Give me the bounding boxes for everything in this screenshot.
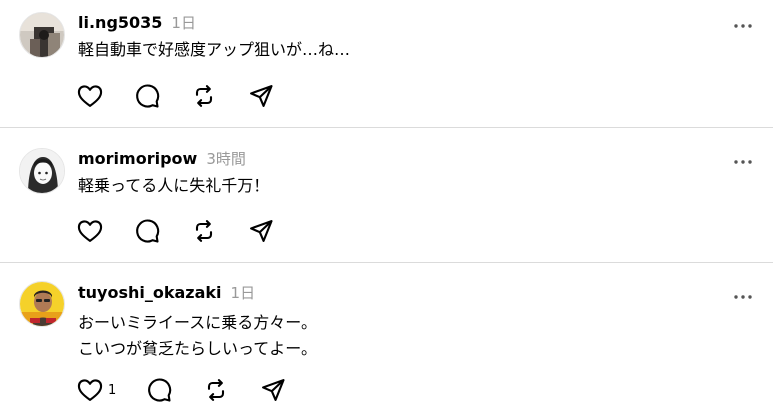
repost-button[interactable]: [190, 217, 218, 245]
more-icon[interactable]: [733, 16, 753, 28]
like-count: 1: [108, 382, 117, 398]
timestamp[interactable]: 1日: [171, 12, 196, 33]
like-button[interactable]: 1: [76, 376, 116, 404]
post-text: 軽自動車で好感度アップ狙いが…ね…: [78, 37, 350, 63]
share-icon: [247, 82, 275, 110]
avatar[interactable]: [19, 281, 65, 327]
like-button[interactable]: [76, 217, 104, 245]
share-button[interactable]: [259, 376, 287, 404]
username[interactable]: tuyoshi_okazaki: [78, 283, 222, 302]
more-icon[interactable]: [733, 287, 753, 299]
post: tuyoshi_okazaki 1日 おーいミライースに乗る方々ー。 こいつが貧…: [0, 263, 773, 409]
repost-icon: [190, 82, 218, 110]
post-text-line: 軽乗ってる人に失礼千万！: [78, 176, 270, 195]
post-header: tuyoshi_okazaki 1日: [78, 282, 255, 303]
post-header: li.ng5035 1日: [78, 12, 196, 33]
share-icon: [259, 376, 287, 404]
avatar[interactable]: [19, 12, 65, 58]
comment-icon: [133, 217, 161, 245]
heart-icon: [76, 376, 104, 404]
comment-button[interactable]: [133, 82, 161, 110]
comment-button[interactable]: [145, 376, 173, 404]
more-icon[interactable]: [733, 152, 753, 164]
repost-button[interactable]: [190, 82, 218, 110]
post-header: morimoripow 3時間: [78, 148, 246, 169]
like-button[interactable]: [76, 82, 104, 110]
share-icon: [247, 217, 275, 245]
heart-icon: [76, 82, 104, 110]
heart-icon: [76, 217, 104, 245]
action-bar: 1: [76, 376, 287, 404]
timestamp[interactable]: 1日: [231, 282, 256, 303]
post: li.ng5035 1日 軽自動車で好感度アップ狙いが…ね…: [0, 0, 773, 128]
username[interactable]: li.ng5035: [78, 13, 162, 32]
comment-icon: [133, 82, 161, 110]
timestamp[interactable]: 3時間: [206, 148, 246, 169]
share-button[interactable]: [247, 82, 275, 110]
repost-icon: [190, 217, 218, 245]
post-text: おーいミライースに乗る方々ー。 こいつが貧乏たらしいってよー。: [78, 310, 317, 362]
post-text-line: 軽自動車で好感度アップ狙いが…ね…: [78, 40, 351, 59]
username[interactable]: morimoripow: [78, 149, 197, 168]
comment-icon: [145, 376, 173, 404]
repost-icon: [202, 376, 230, 404]
repost-button[interactable]: [202, 376, 230, 404]
post-text-line: こいつが貧乏たらしいってよー。: [78, 339, 318, 358]
post-text-line: おーいミライースに乗る方々ー。: [78, 313, 318, 332]
post-text: 軽乗ってる人に失礼千万！: [78, 173, 269, 199]
avatar[interactable]: [19, 148, 65, 194]
action-bar: [76, 217, 275, 245]
post: morimoripow 3時間 軽乗ってる人に失礼千万！: [0, 128, 773, 263]
comment-button[interactable]: [133, 217, 161, 245]
action-bar: [76, 82, 275, 110]
share-button[interactable]: [247, 217, 275, 245]
